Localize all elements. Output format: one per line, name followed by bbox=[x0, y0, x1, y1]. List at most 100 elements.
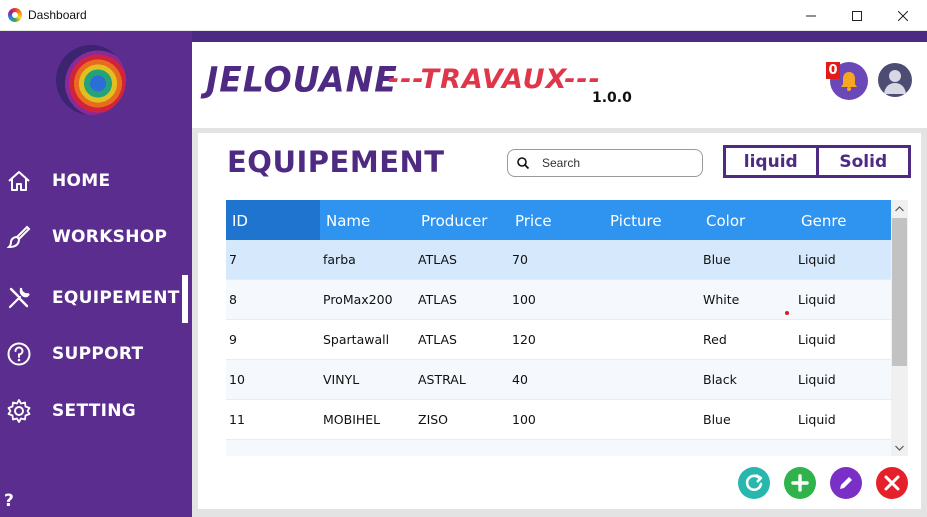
add-button[interactable] bbox=[784, 467, 816, 499]
cell-genre: Liquid bbox=[798, 252, 836, 267]
table-scrollbar[interactable] bbox=[891, 200, 908, 456]
maximize-icon bbox=[852, 10, 862, 21]
refresh-icon bbox=[745, 473, 763, 492]
plus-icon bbox=[791, 474, 809, 492]
cell-price: 120 bbox=[512, 332, 536, 347]
cell-picture bbox=[604, 320, 607, 360]
table-row[interactable]: 7 farba ATLAS 70 Blue Liquid bbox=[226, 240, 891, 280]
user-icon bbox=[884, 70, 906, 94]
delete-button[interactable] bbox=[876, 467, 908, 499]
cell-producer: ATLAS bbox=[418, 332, 457, 347]
scroll-down-button[interactable] bbox=[891, 439, 908, 456]
cell-color: Red bbox=[703, 332, 727, 347]
sidebar-item-label: WORKSHOP bbox=[52, 227, 168, 247]
cell-picture bbox=[604, 360, 607, 400]
cell-id: 7 bbox=[229, 252, 237, 267]
app-logo-icon bbox=[8, 8, 22, 22]
scroll-up-button[interactable] bbox=[891, 200, 908, 217]
page-title: EQUIPEMENT bbox=[227, 145, 445, 179]
cell-name: MOBIHEL bbox=[323, 412, 381, 427]
pencil-icon bbox=[840, 477, 852, 489]
help-circle-icon bbox=[5, 340, 33, 368]
cell-producer: ATLAS bbox=[418, 252, 457, 267]
cell-name: VINYL bbox=[323, 372, 360, 387]
chevron-up-icon bbox=[895, 205, 904, 211]
table-row[interactable]: 8 ProMax200 ATLAS 100 White Liquid bbox=[226, 280, 891, 320]
cell-price: 100 bbox=[512, 412, 536, 427]
table-row[interactable]: 10 VINYL ASTRAL 40 Black Liquid bbox=[226, 360, 891, 400]
version-label: 1.0.0 bbox=[592, 90, 632, 106]
search-icon bbox=[517, 157, 530, 170]
cursor-dot bbox=[785, 311, 789, 315]
cell-price: 40 bbox=[512, 372, 528, 387]
sidebar-item-label: SETTING bbox=[52, 401, 137, 421]
brand-name: JELOUANE bbox=[206, 59, 398, 100]
cell-color: Blue bbox=[703, 252, 731, 267]
column-header-price[interactable]: Price bbox=[509, 200, 604, 240]
sidebar-item-workshop[interactable]: WORKSHOP bbox=[0, 217, 192, 257]
window-title: Dashboard bbox=[28, 8, 87, 22]
cell-name: Spartawall bbox=[323, 332, 390, 347]
cell-picture bbox=[604, 280, 607, 320]
cell-color: Blue bbox=[703, 412, 731, 427]
column-header-id[interactable]: ID bbox=[226, 200, 320, 240]
cell-producer: ATLAS bbox=[418, 292, 457, 307]
close-icon bbox=[884, 475, 900, 491]
minimize-icon bbox=[806, 15, 816, 16]
column-header-picture[interactable]: Picture bbox=[604, 200, 700, 240]
cell-price: 100 bbox=[512, 292, 536, 307]
app-header: JELOUANE ---TRAVAUX--- 1.0.0 0 bbox=[192, 42, 927, 128]
equipment-table[interactable]: ID Name Producer Price Picture Color Gen… bbox=[226, 200, 891, 456]
cell-genre: Liquid bbox=[798, 412, 836, 427]
brand-subtitle: ---TRAVAUX--- bbox=[388, 64, 601, 95]
cell-producer: ZISO bbox=[418, 412, 449, 427]
user-avatar[interactable] bbox=[878, 63, 912, 97]
scroll-thumb[interactable] bbox=[892, 218, 907, 366]
paintbrush-icon bbox=[5, 223, 33, 251]
table-row[interactable]: 11 MOBIHEL ZISO 100 Blue Liquid bbox=[226, 400, 891, 440]
close-window-button[interactable] bbox=[880, 0, 926, 31]
minimize-button[interactable] bbox=[788, 0, 834, 31]
tools-icon bbox=[5, 284, 33, 312]
column-header-genre[interactable]: Genre bbox=[795, 200, 891, 240]
cell-picture bbox=[604, 240, 607, 280]
cell-id: 11 bbox=[229, 412, 245, 427]
sidebar-item-setting[interactable]: SETTING bbox=[0, 391, 192, 431]
table-header: ID Name Producer Price Picture Color Gen… bbox=[226, 200, 891, 240]
sidebar-item-home[interactable]: HOME bbox=[0, 161, 192, 201]
sidebar-item-label: SUPPORT bbox=[52, 344, 144, 364]
company-logo bbox=[56, 45, 126, 115]
sidebar-item-support[interactable]: SUPPORT bbox=[0, 334, 192, 374]
filter-solid-button[interactable]: Solid bbox=[819, 148, 909, 175]
chevron-down-icon bbox=[895, 445, 904, 451]
cell-id: 9 bbox=[229, 332, 237, 347]
filter-liquid-button[interactable]: liquid bbox=[726, 148, 819, 175]
cell-color: White bbox=[703, 292, 740, 307]
notification-count-badge: 0 bbox=[826, 62, 840, 79]
cell-genre: Liquid bbox=[798, 332, 836, 347]
maximize-button[interactable] bbox=[834, 0, 880, 31]
genre-filter-toggle: liquid Solid bbox=[723, 145, 911, 178]
cell-color: Black bbox=[703, 372, 737, 387]
cell-name: ProMax200 bbox=[323, 292, 393, 307]
refresh-button[interactable] bbox=[738, 467, 770, 499]
sidebar-item-equipement[interactable]: EQUIPEMENT bbox=[0, 278, 192, 318]
search-input[interactable] bbox=[542, 154, 692, 172]
table-row[interactable]: 9 Spartawall ATLAS 120 Red Liquid bbox=[226, 320, 891, 360]
sidebar-item-label: EQUIPEMENT bbox=[52, 288, 180, 308]
cell-picture bbox=[604, 400, 607, 440]
sidebar-item-label: HOME bbox=[52, 171, 111, 191]
bell-icon bbox=[841, 72, 857, 91]
cell-price: 70 bbox=[512, 252, 528, 267]
search-box[interactable] bbox=[507, 149, 703, 177]
cell-producer: ASTRAL bbox=[418, 372, 466, 387]
cell-id: 8 bbox=[229, 292, 237, 307]
table-row[interactable] bbox=[226, 440, 891, 456]
help-button[interactable]: ? bbox=[4, 491, 14, 511]
column-header-name[interactable]: Name bbox=[320, 200, 415, 240]
edit-button[interactable] bbox=[830, 467, 862, 499]
column-header-color[interactable]: Color bbox=[700, 200, 795, 240]
column-header-producer[interactable]: Producer bbox=[415, 200, 510, 240]
home-icon bbox=[5, 167, 33, 195]
cell-name: farba bbox=[323, 252, 356, 267]
